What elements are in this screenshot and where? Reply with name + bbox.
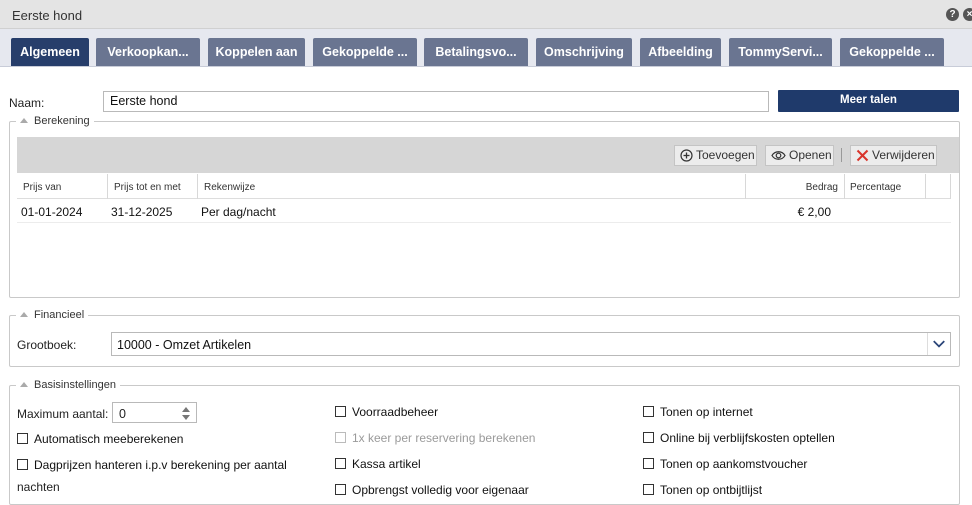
stepper-down-icon[interactable] <box>182 415 190 420</box>
column-rekenwijze[interactable]: Rekenwijze <box>198 174 746 199</box>
cell-bedrag: € 2,00 <box>797 205 831 219</box>
checkbox-box[interactable] <box>17 459 28 470</box>
column-spacer <box>926 174 951 199</box>
collapse-icon <box>20 118 28 123</box>
delete-x-icon <box>856 149 869 162</box>
openen-button[interactable]: Openen <box>765 145 834 166</box>
meer-talen-button[interactable]: Meer talen <box>778 90 959 112</box>
tab-bar: Algemeen Verkoopkan... Koppelen aan Geko… <box>0 29 972 67</box>
tab-betalingsvoorwaarden[interactable]: Betalingsvo... <box>424 38 528 66</box>
naam-label: Naam: <box>9 96 45 110</box>
checkbox-box[interactable] <box>335 406 346 417</box>
checkbox-box <box>335 432 346 443</box>
close-icon[interactable]: × <box>963 8 972 21</box>
tab-koppelen-aan[interactable]: Koppelen aan <box>208 38 305 66</box>
basisinstellingen-legend[interactable]: Basisinstellingen <box>16 379 120 391</box>
tab-gekoppelde-1[interactable]: Gekoppelde ... <box>313 38 417 66</box>
cell-prijs-van: 01-01-2024 <box>21 205 83 219</box>
checkbox-tonen-aankomstvoucher[interactable]: Tonen op aankomstvoucher <box>643 457 807 471</box>
cell-rekenwijze: Per dag/nacht <box>201 205 276 219</box>
window-titlebar: Eerste hond ? × <box>0 0 972 29</box>
column-prijs-van[interactable]: Prijs van <box>17 174 108 199</box>
column-percentage[interactable]: Percentage <box>845 174 926 199</box>
berekening-legend[interactable]: Berekening <box>16 115 94 127</box>
plus-circle-icon <box>680 149 693 162</box>
tab-algemeen[interactable]: Algemeen <box>11 38 89 66</box>
verwijderen-button[interactable]: Verwijderen <box>850 145 937 166</box>
window-title: Eerste hond <box>12 8 83 23</box>
checkbox-tonen-ontbijtlijst[interactable]: Tonen op ontbijtlijst <box>643 483 762 497</box>
checkbox-tonen-op-internet[interactable]: Tonen op internet <box>643 405 753 419</box>
collapse-icon <box>20 312 28 317</box>
checkbox-voorraadbeheer[interactable]: Voorraadbeheer <box>335 405 438 419</box>
tab-omschrijving[interactable]: Omschrijving <box>536 38 632 66</box>
checkbox-1x-per-reservering: 1x keer per reservering berekenen <box>335 431 535 445</box>
financieel-legend[interactable]: Financieel <box>16 309 89 321</box>
chevron-down-icon <box>927 333 945 355</box>
column-bedrag[interactable]: Bedrag <box>746 174 845 199</box>
tab-tommyservice[interactable]: TommyServi... <box>729 38 832 66</box>
tab-verkoopkanalen[interactable]: Verkoopkan... <box>96 38 200 66</box>
checkbox-opbrengst-eigenaar[interactable]: Opbrengst volledig voor eigenaar <box>335 483 529 497</box>
checkbox-box[interactable] <box>17 433 28 444</box>
help-icon[interactable]: ? <box>946 8 959 21</box>
eye-icon <box>771 151 786 160</box>
row-divider <box>17 222 951 223</box>
checkbox-kassa-artikel[interactable]: Kassa artikel <box>335 457 421 471</box>
checkbox-online-verblijfskosten[interactable]: Online bij verblijfskosten optellen <box>643 431 835 445</box>
grootboek-label: Grootboek: <box>17 338 77 352</box>
cell-prijs-tot: 31-12-2025 <box>111 205 173 219</box>
collapse-icon <box>20 382 28 387</box>
toolbar-separator <box>841 148 842 162</box>
max-aantal-label: Maximum aantal: <box>17 407 109 421</box>
tab-afbeelding[interactable]: Afbeelding <box>640 38 721 66</box>
checkbox-dagprijzen-continued: nachten <box>17 480 60 494</box>
tab-gekoppelde-2[interactable]: Gekoppelde ... <box>840 38 944 66</box>
grid-header: Prijs van Prijs tot en met Rekenwijze Be… <box>17 174 951 199</box>
checkbox-automatisch-meeberekenen[interactable]: Automatisch meeberekenen <box>17 432 183 446</box>
checkbox-box[interactable] <box>335 458 346 469</box>
max-aantal-stepper[interactable]: 0 <box>112 402 197 423</box>
checkbox-dagprijzen-hanteren[interactable]: Dagprijzen hanteren i.p.v berekening per… <box>17 458 287 472</box>
grootboek-select[interactable]: 10000 - Omzet Artikelen <box>111 332 951 356</box>
stepper-up-icon[interactable] <box>182 407 190 412</box>
toevoegen-button[interactable]: Toevoegen <box>674 145 757 166</box>
column-prijs-tot[interactable]: Prijs tot en met <box>108 174 198 199</box>
checkbox-box[interactable] <box>643 432 654 443</box>
checkbox-box[interactable] <box>643 458 654 469</box>
naam-input[interactable]: Eerste hond <box>103 91 769 112</box>
checkbox-box[interactable] <box>643 406 654 417</box>
